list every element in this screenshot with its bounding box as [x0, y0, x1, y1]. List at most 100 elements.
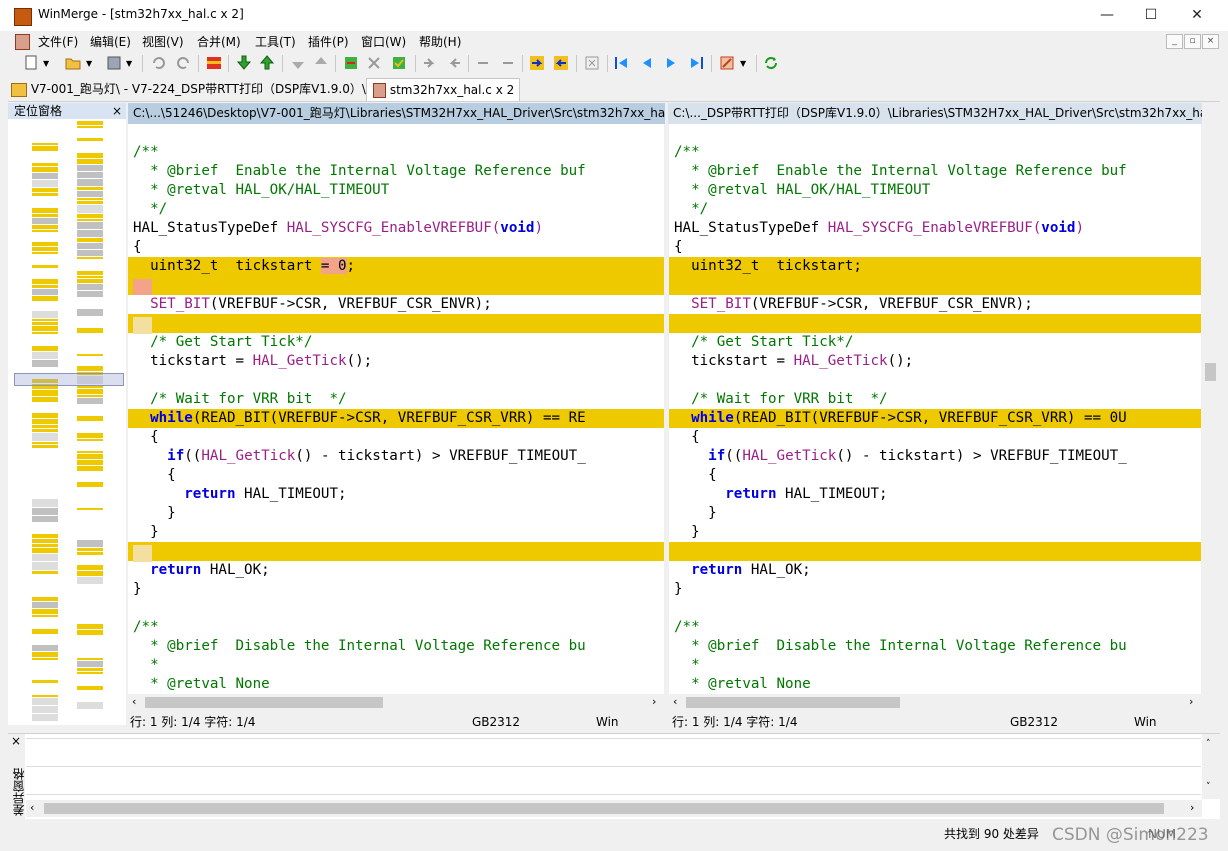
- code-line[interactable]: *: [128, 656, 664, 675]
- code-line[interactable]: * @retval None: [669, 675, 1201, 694]
- code-line[interactable]: * @brief Disable the Internal Voltage Re…: [128, 637, 664, 656]
- code-line[interactable]: /**: [128, 143, 664, 162]
- copy-right-icon[interactable]: [421, 54, 439, 72]
- scroll-right-arrow-icon[interactable]: ›: [652, 695, 656, 708]
- menu-file[interactable]: 文件(F): [38, 33, 78, 50]
- vertical-scrollbar[interactable]: [1202, 124, 1219, 694]
- code-line[interactable]: {: [669, 238, 1201, 257]
- diff-pane[interactable]: × 差异窗格 ˄ ˅ ‹ ›: [8, 733, 1220, 819]
- code-line[interactable]: {: [128, 428, 664, 447]
- merge-icon[interactable]: [583, 54, 601, 72]
- code-line[interactable]: if((HAL_GetTick() - tickstart) > VREFBUF…: [669, 447, 1201, 466]
- scroll-right-arrow-icon[interactable]: ›: [1189, 695, 1193, 708]
- code-line[interactable]: }: [669, 580, 1201, 599]
- code-line[interactable]: * @brief Disable the Internal Voltage Re…: [669, 637, 1201, 656]
- next-change-icon[interactable]: [663, 54, 681, 72]
- scroll-left-arrow-icon[interactable]: ‹: [30, 801, 34, 814]
- scroll-up-arrow-icon[interactable]: ˄: [1206, 739, 1211, 749]
- code-line[interactable]: /* Get Start Tick*/: [669, 333, 1201, 352]
- copy-left-icon[interactable]: [445, 54, 463, 72]
- minimize-button[interactable]: —: [1084, 0, 1130, 31]
- chevron-down-icon[interactable]: ▼: [126, 59, 132, 68]
- menu-view[interactable]: 视图(V): [142, 33, 184, 50]
- code-line[interactable]: }: [669, 504, 1201, 523]
- code-line[interactable]: * @retval HAL_OK/HAL_TIMEOUT: [128, 181, 664, 200]
- code-line[interactable]: tickstart = HAL_GetTick();: [669, 352, 1201, 371]
- mdi-close-button[interactable]: ×: [1202, 34, 1219, 49]
- code-line[interactable]: /**: [669, 143, 1201, 162]
- diff-gap-line[interactable]: [128, 276, 664, 295]
- last-change-icon[interactable]: [687, 54, 705, 72]
- right-editor[interactable]: /** * @brief Enable the Internal Voltage…: [669, 124, 1201, 694]
- tab-file-compare[interactable]: stm32h7xx_hal.c x 2: [366, 78, 520, 101]
- diff-pane-horizontal-thumb[interactable]: [44, 803, 1164, 814]
- right-horizontal-scroll-thumb[interactable]: [686, 697, 900, 708]
- code-line[interactable]: HAL_StatusTypeDef HAL_SYSCFG_EnableVREFB…: [128, 219, 664, 238]
- close-icon[interactable]: ×: [112, 103, 122, 119]
- location-pane[interactable]: 定位窗格 ×: [8, 103, 126, 725]
- close-icon[interactable]: ×: [11, 734, 21, 748]
- diff-line[interactable]: while(READ_BIT(VREFBUF->CSR, VREFBUF_CSR…: [128, 409, 664, 428]
- code-line[interactable]: * @retval HAL_OK/HAL_TIMEOUT: [669, 181, 1201, 200]
- diff-line[interactable]: uint32_t tickstart = 0;: [128, 257, 664, 276]
- code-line[interactable]: return HAL_TIMEOUT;: [128, 485, 664, 504]
- new-icon[interactable]: [22, 54, 40, 72]
- menu-window[interactable]: 窗口(W): [361, 33, 406, 50]
- scroll-left-arrow-icon[interactable]: ‹: [132, 695, 136, 708]
- right-horizontal-scrollbar[interactable]: ‹ ›: [669, 694, 1201, 711]
- mdi-restore-button[interactable]: ▫: [1184, 34, 1201, 49]
- code-line[interactable]: {: [128, 238, 664, 257]
- chevron-down-icon[interactable]: ▼: [86, 59, 92, 68]
- mdi-minimize-button[interactable]: _: [1166, 34, 1183, 49]
- code-line[interactable]: return HAL_OK;: [669, 561, 1201, 580]
- all-left-icon[interactable]: [552, 54, 570, 72]
- code-line[interactable]: /**: [128, 618, 664, 637]
- first-diff-icon[interactable]: [289, 54, 307, 72]
- code-line[interactable]: }: [128, 523, 664, 542]
- diff-gap-line[interactable]: [128, 542, 664, 561]
- code-line[interactable]: */: [669, 200, 1201, 219]
- diff-gap-line[interactable]: [128, 314, 664, 333]
- code-line[interactable]: *: [669, 656, 1201, 675]
- prev-diff-icon[interactable]: [258, 54, 276, 72]
- code-line[interactable]: {: [669, 428, 1201, 447]
- code-line[interactable]: return HAL_OK;: [128, 561, 664, 580]
- undo-icon[interactable]: [150, 54, 168, 72]
- code-line[interactable]: tickstart = HAL_GetTick();: [128, 352, 664, 371]
- code-line[interactable]: /* Wait for VRR bit */: [669, 390, 1201, 409]
- diff-pane-vertical-scrollbar[interactable]: ˄ ˅: [1202, 734, 1220, 799]
- menu-merge[interactable]: 合并(M): [197, 33, 241, 50]
- location-strip-right[interactable]: [77, 121, 103, 721]
- code-line[interactable]: {: [669, 466, 1201, 485]
- code-line[interactable]: }: [128, 504, 664, 523]
- code-line[interactable]: HAL_StatusTypeDef HAL_SYSCFG_EnableVREFB…: [669, 219, 1201, 238]
- code-line[interactable]: * @retval None: [128, 675, 664, 694]
- diff-pane-horizontal-scrollbar[interactable]: ‹ ›: [26, 800, 1202, 817]
- menu-help[interactable]: 帮助(H): [419, 33, 461, 50]
- scroll-down-arrow-icon[interactable]: ˅: [1206, 782, 1211, 792]
- refresh-icon[interactable]: [762, 54, 780, 72]
- scroll-left-arrow-icon[interactable]: ‹: [673, 695, 677, 708]
- left-horizontal-scroll-thumb[interactable]: [145, 697, 383, 708]
- menu-tools[interactable]: 工具(T): [255, 33, 296, 50]
- code-line[interactable]: if((HAL_GetTick() - tickstart) > VREFBUF…: [128, 447, 664, 466]
- code-line[interactable]: */: [128, 200, 664, 219]
- copy-left-advance-icon[interactable]: [498, 54, 516, 72]
- menu-edit[interactable]: 编辑(E): [90, 33, 131, 50]
- next-diff-icon[interactable]: [235, 54, 253, 72]
- copy-right-advance-icon[interactable]: [475, 54, 493, 72]
- save-icon[interactable]: [105, 54, 123, 72]
- no-diff-icon[interactable]: [365, 54, 383, 72]
- code-line[interactable]: /* Wait for VRR bit */: [128, 390, 664, 409]
- chevron-down-icon[interactable]: ▼: [740, 59, 746, 68]
- scroll-right-arrow-icon[interactable]: ›: [1190, 801, 1194, 814]
- current-diff-icon[interactable]: [342, 54, 360, 72]
- prev-change-icon[interactable]: [637, 54, 655, 72]
- open-folder-icon[interactable]: [64, 54, 82, 72]
- code-line[interactable]: return HAL_TIMEOUT;: [669, 485, 1201, 504]
- location-viewport-indicator[interactable]: [14, 373, 124, 386]
- tab-folder-compare[interactable]: V7-001_跑马灯\ - V7-224_DSP带RTT打印（DSP库V1.9.…: [11, 78, 366, 100]
- all-right-icon[interactable]: [528, 54, 546, 72]
- options-icon[interactable]: [718, 54, 736, 72]
- left-editor[interactable]: /** * @brief Enable the Internal Voltage…: [128, 124, 664, 694]
